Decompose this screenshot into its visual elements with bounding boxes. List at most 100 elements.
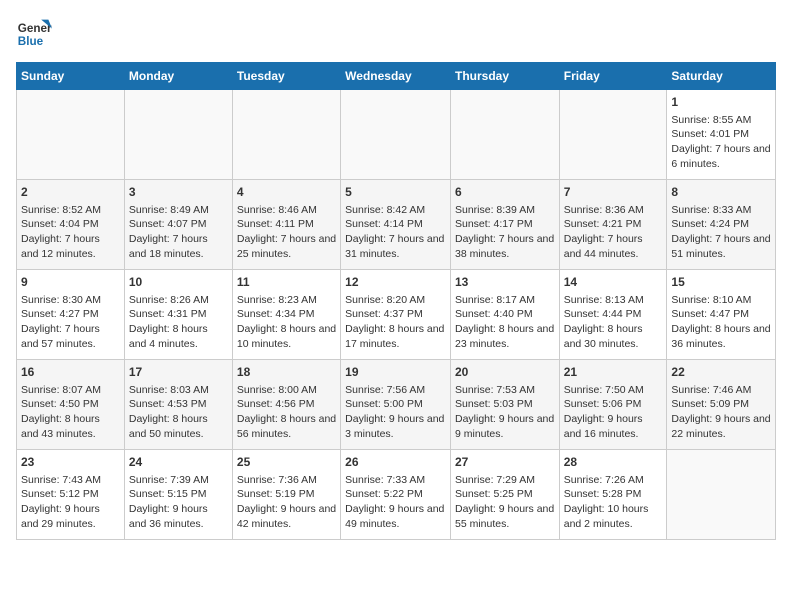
day-info: Sunset: 4:04 PM (21, 217, 120, 232)
day-number: 13 (455, 274, 555, 291)
day-info: Daylight: 8 hours and 23 minutes. (455, 322, 555, 351)
day-info: Sunrise: 7:39 AM (129, 473, 228, 488)
day-number: 26 (345, 454, 446, 471)
day-info: Sunset: 4:01 PM (671, 127, 771, 142)
calendar-cell: 16Sunrise: 8:07 AMSunset: 4:50 PMDayligh… (17, 360, 125, 450)
day-number: 22 (671, 364, 771, 381)
calendar-cell: 2Sunrise: 8:52 AMSunset: 4:04 PMDaylight… (17, 180, 125, 270)
day-info: Daylight: 8 hours and 43 minutes. (21, 412, 120, 441)
day-number: 11 (237, 274, 336, 291)
day-info: Sunset: 4:40 PM (455, 307, 555, 322)
weekday-header-row: SundayMondayTuesdayWednesdayThursdayFrid… (17, 63, 776, 90)
day-info: Sunrise: 7:36 AM (237, 473, 336, 488)
day-info: Daylight: 9 hours and 3 minutes. (345, 412, 446, 441)
calendar-cell (124, 90, 232, 180)
calendar-cell: 6Sunrise: 8:39 AMSunset: 4:17 PMDaylight… (450, 180, 559, 270)
day-number: 16 (21, 364, 120, 381)
weekday-header-sunday: Sunday (17, 63, 125, 90)
calendar-cell: 22Sunrise: 7:46 AMSunset: 5:09 PMDayligh… (667, 360, 776, 450)
day-info: Sunset: 4:47 PM (671, 307, 771, 322)
day-info: Sunset: 4:21 PM (564, 217, 663, 232)
day-info: Daylight: 9 hours and 29 minutes. (21, 502, 120, 531)
calendar-cell: 8 Sunrise: 8:33 AMSunset: 4:24 PMDaylight… (667, 180, 776, 270)
day-info: Sunset: 4:27 PM (21, 307, 120, 322)
day-info: Sunset: 4:44 PM (564, 307, 663, 322)
day-info: Sunset: 5:15 PM (129, 487, 228, 502)
day-info: Sunrise: 8:36 AM (564, 203, 663, 218)
day-info: Sunrise: 8:20 AM (345, 293, 446, 308)
day-info: Sunset: 5:06 PM (564, 397, 663, 412)
day-info: Daylight: 8 hours and 4 minutes. (129, 322, 228, 351)
day-info: Daylight: 10 hours and 2 minutes. (564, 502, 663, 531)
day-info: Daylight: 9 hours and 49 minutes. (345, 502, 446, 531)
day-info: Sunrise: 8:55 AM (671, 113, 771, 128)
day-info: Sunrise: 7:43 AM (21, 473, 120, 488)
calendar-cell: 13 Sunrise: 8:17 AMSunset: 4:40 PMDayligh… (450, 270, 559, 360)
day-info: Daylight: 7 hours and 51 minutes. (671, 232, 771, 261)
day-info: Daylight: 7 hours and 57 minutes. (21, 322, 120, 351)
calendar-cell: 7Sunrise: 8:36 AMSunset: 4:21 PMDaylight… (559, 180, 667, 270)
day-info: Daylight: 8 hours and 30 minutes. (564, 322, 663, 351)
day-info: Sunset: 4:56 PM (237, 397, 336, 412)
calendar-cell (17, 90, 125, 180)
day-info: Sunrise: 8:23 AM (237, 293, 336, 308)
weekday-header-saturday: Saturday (667, 63, 776, 90)
day-info: Sunset: 4:53 PM (129, 397, 228, 412)
day-info: Sunset: 4:34 PM (237, 307, 336, 322)
weekday-header-friday: Friday (559, 63, 667, 90)
day-number: 18 (237, 364, 336, 381)
day-info: Sunset: 5:09 PM (671, 397, 771, 412)
day-info: Sunrise: 8:17 AM (455, 293, 555, 308)
day-info: Daylight: 8 hours and 10 minutes. (237, 322, 336, 351)
day-info: Sunrise: 8:49 AM (129, 203, 228, 218)
day-info: Daylight: 7 hours and 6 minutes. (671, 142, 771, 171)
day-info: Daylight: 7 hours and 12 minutes. (21, 232, 120, 261)
calendar-cell: 20Sunrise: 7:53 AMSunset: 5:03 PMDayligh… (450, 360, 559, 450)
calendar-cell: 28Sunrise: 7:26 AMSunset: 5:28 PMDayligh… (559, 450, 667, 540)
day-info: Daylight: 9 hours and 55 minutes. (455, 502, 555, 531)
day-number: 23 (21, 454, 120, 471)
day-info: Sunset: 4:31 PM (129, 307, 228, 322)
day-number: 21 (564, 364, 663, 381)
day-info: Sunrise: 7:56 AM (345, 383, 446, 398)
calendar-cell: 19Sunrise: 7:56 AMSunset: 5:00 PMDayligh… (341, 360, 451, 450)
weekday-header-wednesday: Wednesday (341, 63, 451, 90)
day-info: Sunrise: 7:26 AM (564, 473, 663, 488)
day-info: Sunset: 4:14 PM (345, 217, 446, 232)
day-info: Sunrise: 7:29 AM (455, 473, 555, 488)
day-info: Daylight: 9 hours and 16 minutes. (564, 412, 663, 441)
day-info: Sunset: 5:19 PM (237, 487, 336, 502)
day-info: Daylight: 9 hours and 36 minutes. (129, 502, 228, 531)
day-info: Daylight: 7 hours and 25 minutes. (237, 232, 336, 261)
weekday-header-monday: Monday (124, 63, 232, 90)
calendar-cell: 23Sunrise: 7:43 AMSunset: 5:12 PMDayligh… (17, 450, 125, 540)
calendar-cell: 9Sunrise: 8:30 AMSunset: 4:27 PMDaylight… (17, 270, 125, 360)
day-info: Sunrise: 8:26 AM (129, 293, 228, 308)
day-number: 27 (455, 454, 555, 471)
calendar-cell: 4 Sunrise: 8:46 AMSunset: 4:11 PMDaylight… (232, 180, 340, 270)
calendar-cell: 24Sunrise: 7:39 AMSunset: 5:15 PMDayligh… (124, 450, 232, 540)
calendar-cell: 3Sunrise: 8:49 AMSunset: 4:07 PMDaylight… (124, 180, 232, 270)
day-number: 4 (237, 184, 336, 201)
day-info: Sunrise: 8:42 AM (345, 203, 446, 218)
calendar-cell (559, 90, 667, 180)
day-info: Sunrise: 8:33 AM (671, 203, 771, 218)
calendar-week-row: 1Sunrise: 8:55 AMSunset: 4:01 PMDaylight… (17, 90, 776, 180)
calendar-cell: 10Sunrise: 8:26 AMSunset: 4:31 PMDayligh… (124, 270, 232, 360)
calendar-cell (341, 90, 451, 180)
day-number: 14 (564, 274, 663, 291)
day-number: 5 (345, 184, 446, 201)
calendar-cell: 25Sunrise: 7:36 AMSunset: 5:19 PMDayligh… (232, 450, 340, 540)
calendar-week-row: 16Sunrise: 8:07 AMSunset: 4:50 PMDayligh… (17, 360, 776, 450)
day-info: Daylight: 7 hours and 38 minutes. (455, 232, 555, 261)
day-info: Sunset: 4:17 PM (455, 217, 555, 232)
day-number: 8 (671, 184, 771, 201)
calendar-cell (667, 450, 776, 540)
day-info: Daylight: 7 hours and 18 minutes. (129, 232, 228, 261)
day-info: Daylight: 9 hours and 9 minutes. (455, 412, 555, 441)
day-info: Sunset: 4:11 PM (237, 217, 336, 232)
day-info: Sunset: 4:24 PM (671, 217, 771, 232)
calendar-cell: 15Sunrise: 8:10 AMSunset: 4:47 PMDayligh… (667, 270, 776, 360)
day-info: Sunrise: 8:46 AM (237, 203, 336, 218)
calendar-cell: 18Sunrise: 8:00 AMSunset: 4:56 PMDayligh… (232, 360, 340, 450)
